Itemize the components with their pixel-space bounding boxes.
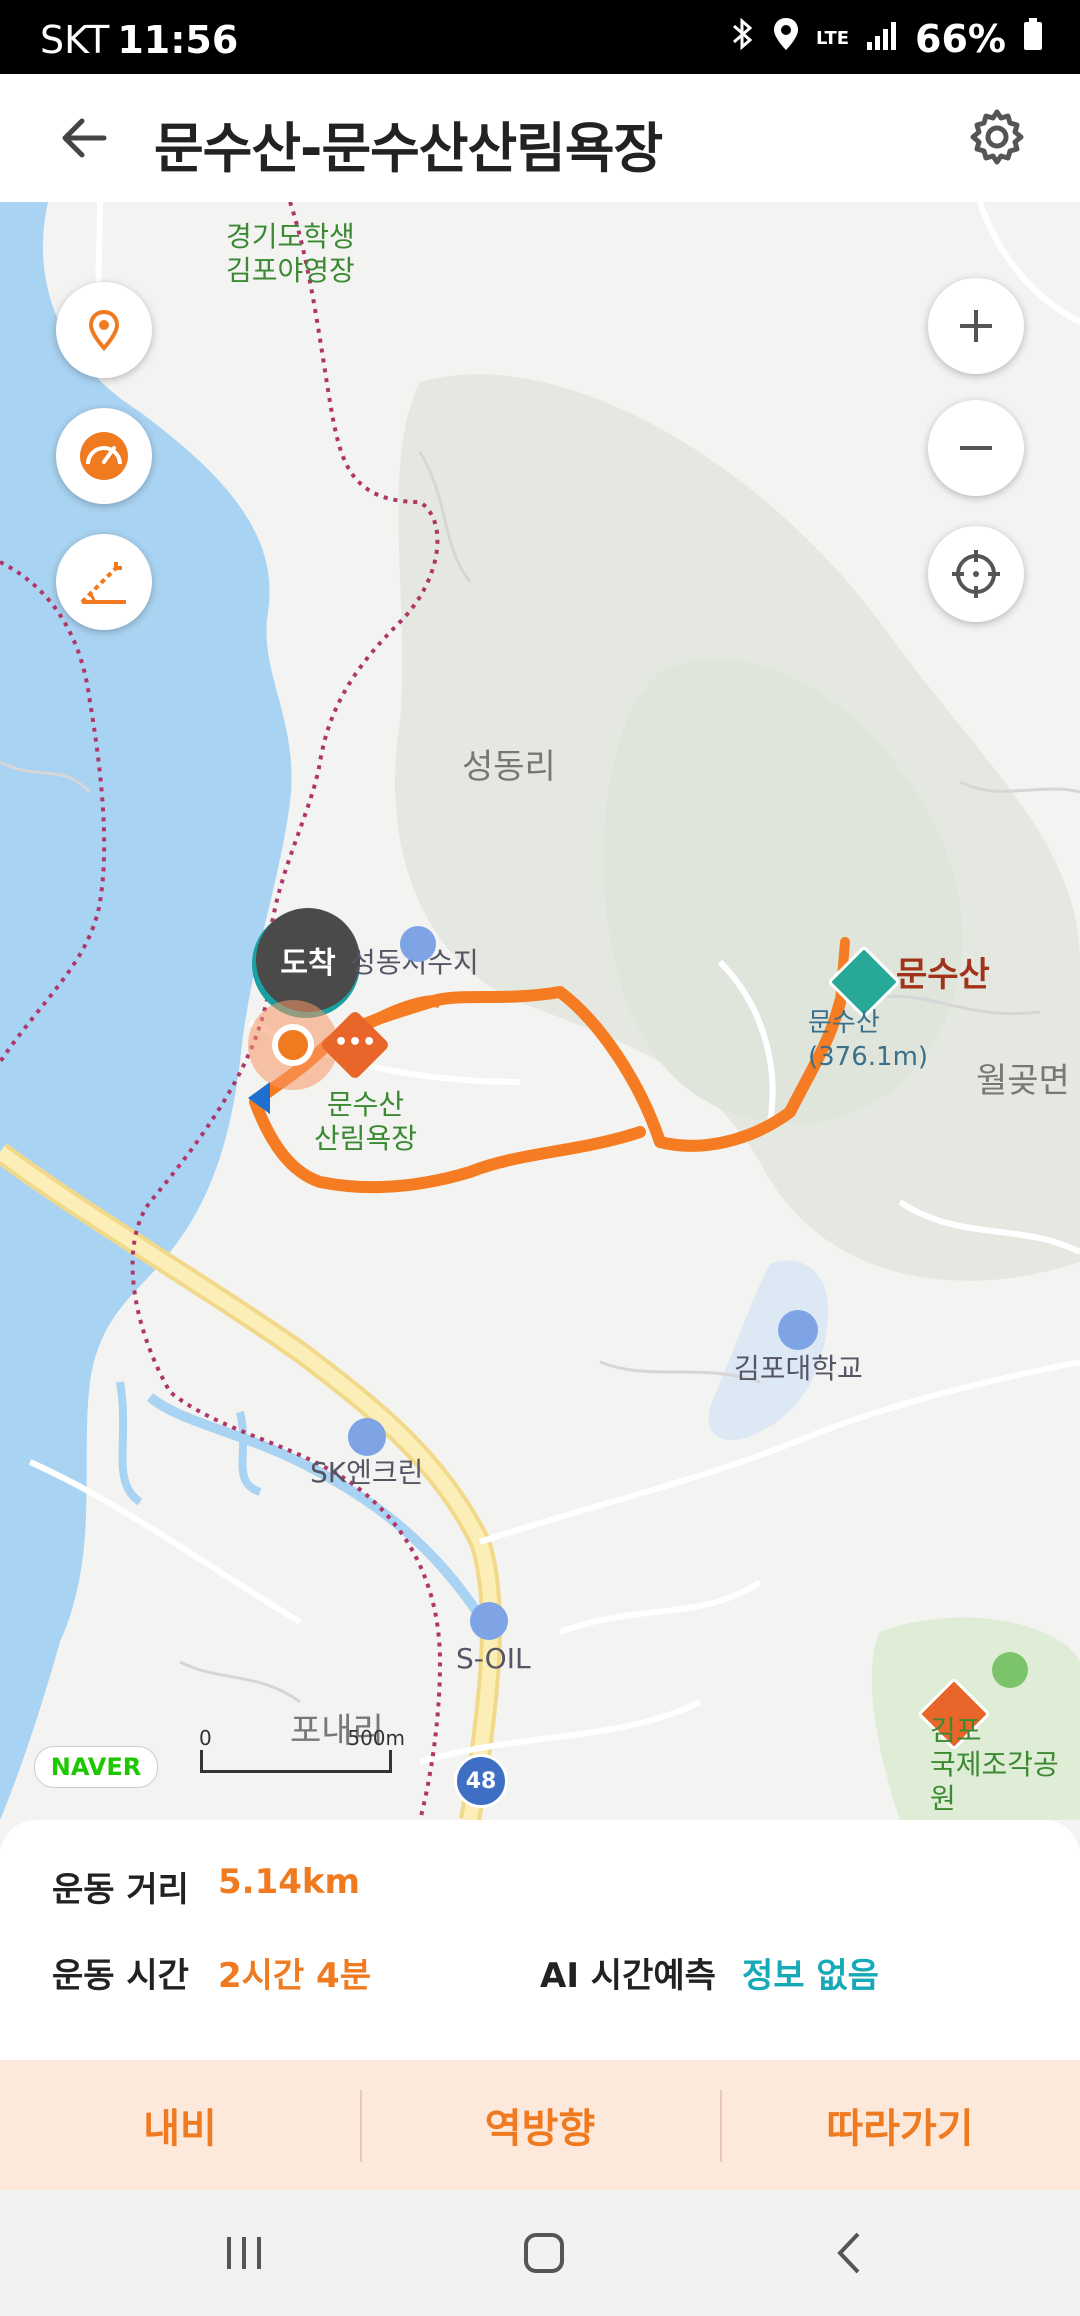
battery-icon — [1022, 16, 1044, 61]
label-park: 김포 국제조각공원 — [930, 1714, 1059, 1815]
back-nav-button[interactable] — [820, 2228, 880, 2278]
time-value: 2시간 4분 — [218, 1956, 371, 1996]
plus-icon — [960, 310, 992, 342]
scale-500: 500m — [347, 1726, 405, 1750]
label-gas1: SK엔크린 — [310, 1456, 424, 1489]
home-icon — [524, 2233, 564, 2273]
settings-button[interactable] — [966, 106, 1028, 168]
elevation-button[interactable] — [56, 534, 152, 630]
route-number: 48 — [465, 1768, 497, 1794]
clock: 11:56 — [117, 18, 239, 62]
system-nav-bar — [0, 2190, 1080, 2316]
back-arrow-icon — [62, 118, 107, 158]
label-area: 월곶면 — [976, 1061, 1070, 1101]
ai-value: 정보 없음 — [742, 1956, 879, 1996]
signal-icon — [865, 17, 899, 61]
status-bar: SKT 11:56 LTE 66% — [0, 0, 1080, 74]
speed-button[interactable] — [56, 408, 152, 504]
label-gas2: S-OIL — [456, 1642, 531, 1675]
distance-value: 5.14km — [218, 1862, 360, 1902]
gear-icon — [970, 109, 1024, 165]
carrier-label: SKT — [40, 18, 110, 62]
label-village: 성동리 — [462, 747, 556, 787]
zoom-in-button[interactable] — [928, 278, 1024, 374]
stats-panel: 운동 거리 5.14km 운동 시간 2시간 4분 AI 시간예측 정보 없음 — [0, 1820, 1080, 2060]
lte-icon: LTE — [815, 27, 850, 49]
arrival-bubble[interactable]: 도착 — [256, 908, 360, 1012]
more-dots-icon: ••• — [334, 1030, 377, 1055]
arrival-label: 도착 — [280, 946, 336, 981]
zoom-out-button[interactable] — [928, 400, 1024, 496]
scale-zero: 0 — [199, 1726, 212, 1750]
label-summit: 문수산 — [896, 955, 990, 995]
university-icon — [778, 1310, 818, 1350]
app-header: 문수산-문수산산림욕장 — [0, 74, 1080, 203]
navigate-button[interactable]: 내비 — [0, 2060, 360, 2190]
battery-percent: 66% — [915, 16, 1006, 61]
reservoir-icon — [400, 926, 436, 962]
status-right: LTE 66% — [730, 16, 1044, 61]
ai-label: AI 시간예측 — [540, 1956, 716, 1996]
status-left: SKT 11:56 — [40, 18, 238, 62]
park-tree-icon — [992, 1652, 1028, 1688]
naver-logo: NAVER — [34, 1746, 158, 1788]
map-view[interactable]: 경기도학생 김포야영장 성동리 도착 ••• 성동저수지 문수산 산림욕장 문수… — [0, 202, 1080, 1820]
gas-station-icon — [348, 1418, 386, 1456]
follow-button[interactable]: 따라가기 — [720, 2060, 1080, 2190]
recenter-button[interactable] — [928, 526, 1024, 622]
crosshair-icon — [952, 550, 1000, 598]
route-shield: 48 — [454, 1754, 508, 1808]
recent-apps-icon — [227, 2237, 261, 2269]
time-label: 운동 시간 — [52, 1956, 189, 1996]
reverse-button[interactable]: 역방향 — [360, 2060, 720, 2190]
action-bar: 내비 역방향 따라가기 — [0, 2060, 1080, 2190]
bluetooth-icon — [730, 16, 756, 61]
gas-station-icon-2 — [470, 1602, 508, 1640]
home-button[interactable] — [514, 2228, 574, 2278]
start-flag-icon — [248, 1082, 270, 1114]
label-university: 김포대학교 — [734, 1352, 863, 1385]
chevron-left-icon — [837, 2232, 860, 2274]
scale-bar: 0 500m — [199, 1726, 405, 1773]
label-forest: 문수산 산림욕장 — [314, 1088, 418, 1155]
slope-icon — [80, 562, 126, 604]
location-icon — [772, 16, 800, 61]
page-title: 문수산-문수산산림욕장 — [154, 117, 663, 180]
my-location-button[interactable] — [56, 282, 152, 378]
speedometer-icon — [80, 432, 128, 480]
distance-label: 운동 거리 — [52, 1870, 189, 1910]
label-camp: 경기도학생 김포야영장 — [226, 220, 355, 287]
back-button[interactable] — [56, 110, 112, 166]
recent-apps-button[interactable] — [214, 2228, 274, 2278]
label-summit-detail: 문수산 (376.1m) — [808, 1008, 929, 1072]
pin-icon — [88, 309, 120, 351]
minus-icon — [960, 446, 992, 450]
